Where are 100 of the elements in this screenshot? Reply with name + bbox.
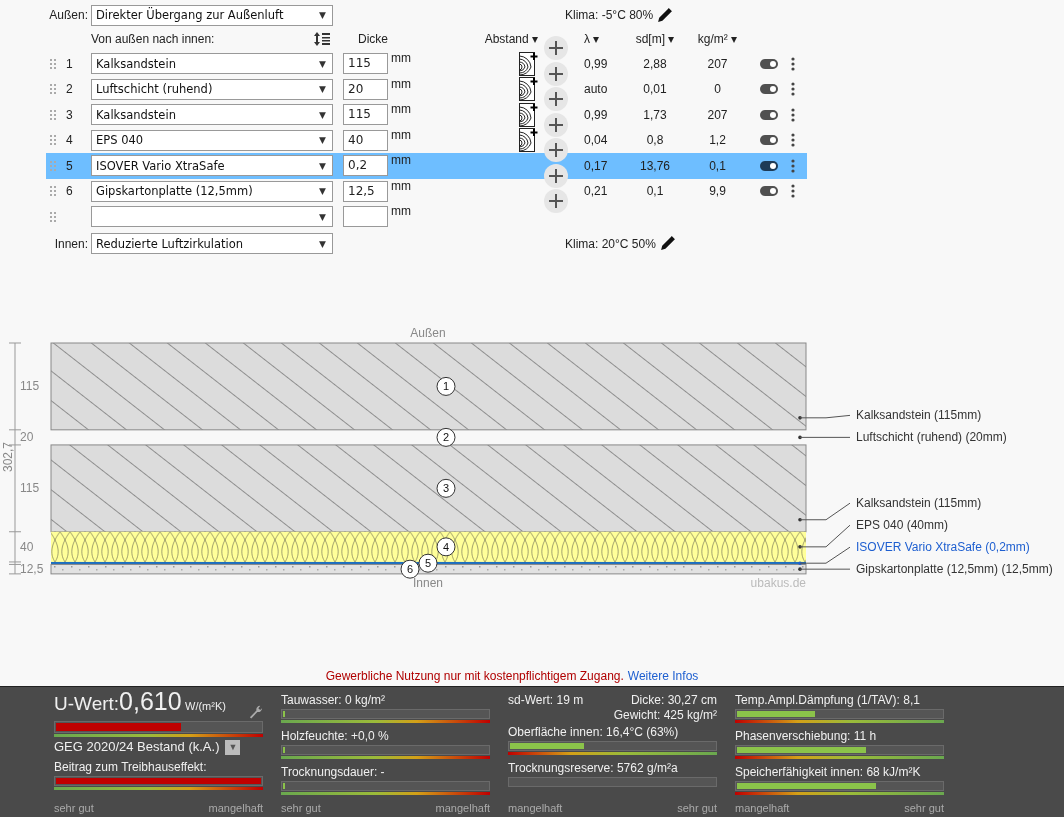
drag-handle-icon[interactable]: [50, 84, 56, 95]
layer-row[interactable]: 5 ISOVER Vario XtraSafe ▼ 0,2 mm 0,17 13,76 0,1: [46, 153, 807, 179]
drag-handle-icon[interactable]: [50, 135, 56, 146]
add-layer-button[interactable]: [544, 189, 568, 213]
layer-number-marker[interactable]: 4: [436, 536, 456, 556]
drag-handle-icon[interactable]: [50, 211, 56, 222]
lambda-value: 0,17: [584, 158, 608, 173]
grain-plus-icon[interactable]: [519, 128, 538, 153]
layer-caption[interactable]: Luftschicht (ruhend) (20mm): [856, 429, 1007, 444]
thickness-field[interactable]: 0,2: [343, 155, 388, 177]
sd-value: 0,1: [646, 184, 664, 199]
thickness-field[interactable]: 40: [343, 129, 388, 151]
unit-label: mm: [391, 127, 411, 142]
mass-heading[interactable]: kg/m² ▾: [697, 31, 738, 46]
more-icon[interactable]: [791, 158, 795, 173]
layer-number-marker[interactable]: 5: [418, 553, 438, 573]
more-info-link[interactable]: Weitere Infos: [627, 668, 699, 683]
meter-label: Temp.Ampl.Dämpfung (1/TAV): 8,1: [735, 693, 921, 707]
more-icon[interactable]: [791, 56, 795, 71]
mass-value: 9,9: [709, 184, 726, 199]
leader-line: [798, 524, 851, 549]
layer-number-marker[interactable]: 1: [436, 376, 456, 396]
layer-row[interactable]: 1 Kalksandstein ▼ 115 mm 0,99 2,88 207: [46, 51, 807, 77]
layer-number-marker[interactable]: 6: [400, 559, 420, 579]
sd-heading[interactable]: sd[m] ▾: [635, 31, 675, 46]
spacing-heading[interactable]: Abstand ▾: [484, 31, 538, 46]
layer-row[interactable]: 2 Luftschicht (ruhend) ▼ 20 mm auto 0,01 0: [46, 76, 807, 102]
add-layer-button[interactable]: [544, 36, 568, 60]
layer-caption[interactable]: ISOVER Vario XtraSafe (0,2mm): [856, 539, 1030, 554]
pencil-icon[interactable]: [658, 235, 676, 252]
material-select[interactable]: Luftschicht (ruhend) ▼: [91, 78, 333, 100]
layer-row[interactable]: 4 EPS 040 ▼ 40 mm 0,04 0,8 1,2: [46, 127, 807, 153]
inside-select[interactable]: Reduzierte Luftzirkulation ▼: [91, 233, 333, 254]
meter-label: Phasenverschiebung: 11 h: [735, 729, 878, 743]
drag-handle-icon[interactable]: [50, 58, 56, 69]
layer-caption[interactable]: Gipskartonplatte (12,5mm) (12,5mm): [856, 561, 1053, 576]
sd-value: 0,8: [646, 133, 664, 148]
plus-icon: [549, 194, 563, 208]
climate-text[interactable]: Klima: 20°C 50%: [565, 236, 656, 251]
meter-label: Holzfeuchte: +0,0 %: [281, 729, 390, 743]
scale-label: mangelhaft: [208, 802, 263, 815]
thickness-field[interactable]: 115: [343, 53, 388, 75]
layer-toggle[interactable]: [760, 109, 778, 120]
mass-value: 0,1: [709, 158, 726, 173]
material-select[interactable]: ▼: [91, 206, 333, 228]
layer-toggle[interactable]: [760, 186, 778, 197]
unit-label: mm: [391, 178, 411, 193]
layer-row[interactable]: 3 Kalksandstein ▼ 115 mm 0,99 1,73 207: [46, 102, 807, 128]
drag-handle-icon[interactable]: [50, 109, 56, 120]
material-select[interactable]: Kalksandstein ▼: [91, 104, 333, 126]
wrench-icon[interactable]: [248, 704, 263, 719]
outside-label: Außen:: [48, 8, 89, 22]
add-layer-button[interactable]: [544, 112, 568, 137]
lambda-heading[interactable]: λ ▾: [584, 31, 600, 46]
layer-dimension: 20: [20, 429, 34, 444]
outside-select[interactable]: Direkter Übergang zur Außenluft ▼: [91, 4, 333, 26]
layer-caption[interactable]: EPS 040 (40mm): [856, 517, 949, 532]
more-icon[interactable]: [791, 184, 795, 199]
material-select[interactable]: ISOVER Vario XtraSafe ▼: [91, 155, 333, 177]
sd-value: 2,88: [643, 56, 667, 71]
grain-plus-icon[interactable]: [519, 77, 538, 102]
material-select[interactable]: Kalksandstein ▼: [91, 53, 333, 75]
add-layer-button[interactable]: [544, 61, 568, 86]
more-icon[interactable]: [791, 133, 795, 148]
layer-toggle[interactable]: [760, 160, 778, 171]
thickness-field[interactable]: 20: [343, 78, 388, 100]
sort-icon[interactable]: [314, 31, 330, 46]
layer-caption[interactable]: Kalksandstein (115mm): [856, 495, 982, 510]
thickness-field[interactable]: [343, 206, 388, 228]
layer-toggle[interactable]: [760, 84, 778, 95]
grain-plus-icon[interactable]: [519, 102, 538, 127]
climate-text[interactable]: Klima: -5°C 80%: [565, 8, 654, 22]
meter-label: Speicherfähigkeit innen: 68 kJ/m²K: [735, 765, 922, 779]
layer-dimension: 12,5: [20, 561, 44, 576]
material-select[interactable]: EPS 040 ▼: [91, 129, 333, 151]
layer-number-marker[interactable]: 3: [436, 478, 456, 498]
material-select[interactable]: Gipskartonplatte (12,5mm) ▼: [91, 180, 333, 202]
add-layer-button[interactable]: [544, 87, 568, 111]
layer-caption[interactable]: Kalksandstein (115mm): [856, 407, 982, 422]
outside-side-label: Außen: [410, 325, 446, 340]
thickness-field[interactable]: 115: [343, 104, 388, 126]
add-layer-button[interactable]: [544, 138, 568, 162]
plus-icon: [549, 92, 563, 106]
weight-text: Gewicht: 425 kg/m²: [613, 708, 717, 723]
layer-number-marker[interactable]: 2: [436, 427, 456, 447]
grain-plus-icon[interactable]: [519, 51, 538, 76]
more-icon[interactable]: [791, 107, 795, 122]
dropdown-button[interactable]: ▼: [225, 739, 241, 755]
standard-text[interactable]: GEG 2020/24 Bestand (k.A.): [54, 739, 220, 755]
plus-icon: [549, 66, 563, 81]
pencil-icon[interactable]: [656, 6, 674, 24]
layer-toggle[interactable]: [760, 135, 778, 146]
unit-label: mm: [391, 204, 411, 219]
scale-label: mangelhaft: [735, 802, 790, 815]
more-icon[interactable]: [791, 82, 795, 97]
layer-toggle[interactable]: [760, 58, 778, 69]
thickness-field[interactable]: 12,5: [343, 180, 388, 202]
layer-row[interactable]: 6 Gipskartonplatte (12,5mm) ▼ 12,5 mm 0,21 0,1 9,9: [46, 178, 807, 204]
drag-handle-icon[interactable]: [50, 186, 56, 197]
drag-handle-icon[interactable]: [50, 160, 56, 171]
